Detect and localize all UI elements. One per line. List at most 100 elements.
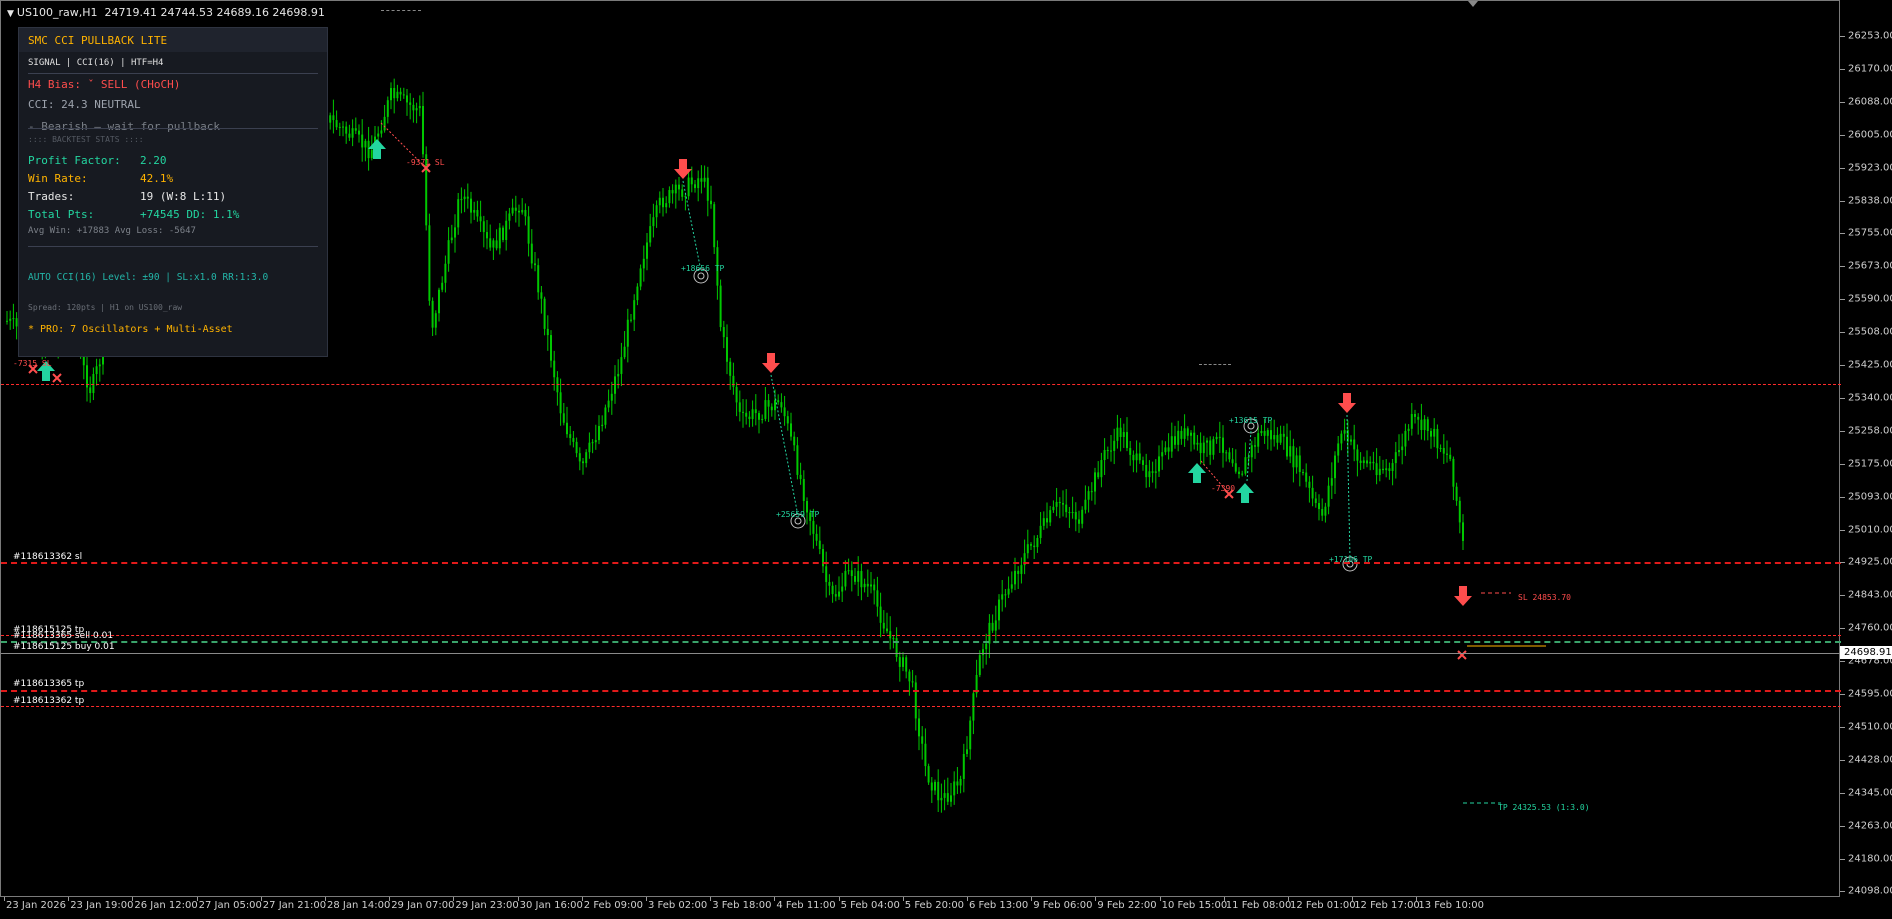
stop-loss-x-icon — [52, 373, 62, 383]
candle-body — [722, 327, 725, 338]
candle-body — [953, 781, 956, 796]
candle-body — [892, 638, 895, 640]
candle-body — [351, 128, 354, 138]
candle-body — [338, 126, 341, 128]
candle-body — [1062, 503, 1064, 505]
candle-body — [1090, 491, 1093, 493]
candle-body — [678, 184, 680, 190]
candle-body — [511, 207, 514, 214]
order-sl-line[interactable] — [1, 562, 1841, 564]
candle-body — [1436, 428, 1439, 449]
candle-body — [479, 216, 482, 222]
time-label: 12 Feb 01:00 — [1290, 900, 1356, 911]
time-label: 27 Jan 21:00 — [262, 900, 327, 911]
candle-body — [1110, 450, 1112, 452]
candle-body — [1231, 459, 1234, 464]
price-axis[interactable]: 26253.00 26170.00 26088.00 26005.00 25923.00… — [1840, 0, 1892, 919]
candle-body — [1327, 485, 1330, 507]
order-label[interactable]: #118613362 sl — [13, 552, 82, 562]
candle-body — [6, 320, 8, 322]
time-label: 5 Feb 20:00 — [904, 900, 965, 911]
price-tick — [1840, 233, 1845, 235]
time-axis[interactable]: 23 Jan 2026 23 Jan 19:00 26 Jan 12:00 27 Ja… — [0, 897, 1840, 919]
candle-body — [950, 795, 952, 802]
candle-body — [735, 386, 738, 403]
candle-body — [1295, 455, 1298, 468]
candle-body — [482, 221, 485, 233]
candle-body — [639, 268, 642, 287]
candle-body — [1199, 442, 1202, 454]
candle-body — [1334, 455, 1336, 479]
candle-body — [1244, 457, 1247, 474]
candle-body — [332, 115, 335, 121]
price-label: 24263.00 — [1848, 820, 1892, 832]
candle-body — [342, 126, 344, 128]
candle-body — [665, 203, 668, 208]
signal-label: +17106 TP — [1329, 555, 1373, 564]
candle-body — [706, 177, 709, 201]
candle-body — [470, 198, 472, 213]
price-tick — [1840, 759, 1845, 761]
order-label[interactable]: #118613365 tp — [13, 679, 84, 689]
collapse-triangle-icon[interactable]: ▼ — [7, 9, 14, 19]
order-sell-line[interactable] — [1, 641, 1841, 643]
candle-body — [367, 140, 370, 159]
resistance-level-line — [1, 384, 1841, 385]
candle-body — [1398, 450, 1400, 453]
candle-body — [582, 461, 584, 464]
candle-body — [1036, 537, 1039, 548]
order-label[interactable]: #118615125 buy 0.01 — [13, 642, 115, 652]
candle-body — [908, 671, 911, 682]
price-tick — [1840, 365, 1845, 366]
order-tp-line[interactable] — [1, 635, 1841, 636]
sell-arrow-icon — [762, 353, 780, 373]
time-label: 11 Feb 08:00 — [1225, 900, 1292, 911]
order-label[interactable]: #118613362 tp — [13, 696, 84, 706]
candle-body — [1407, 428, 1410, 431]
candle-body — [1353, 439, 1356, 450]
price-label: 25923.00 — [1848, 162, 1892, 174]
time-tick — [1159, 897, 1161, 901]
candle-body — [655, 205, 658, 218]
candle-body — [1343, 430, 1346, 434]
candle-body — [1055, 501, 1058, 507]
candle-body — [633, 300, 636, 320]
time-label: 3 Feb 18:00 — [712, 900, 772, 911]
candle-body — [879, 606, 882, 623]
candle-body — [991, 622, 994, 631]
candle-body — [674, 184, 677, 194]
candle-body — [1052, 506, 1055, 511]
candle-body — [396, 91, 399, 99]
candle-body — [623, 346, 626, 358]
price-tick — [1840, 825, 1845, 827]
candle-body — [370, 150, 373, 159]
time-label: 9 Feb 22:00 — [1097, 900, 1157, 911]
candle-body — [1321, 509, 1324, 516]
price-label: 24345.00 — [1848, 787, 1892, 799]
order-tp-line-2[interactable] — [1, 690, 1841, 692]
candle-body — [1078, 519, 1080, 524]
divider — [28, 73, 318, 74]
candle-body — [524, 209, 527, 217]
candle-body — [978, 655, 981, 675]
candle-body — [1151, 471, 1154, 473]
stat-avg: Avg Win: +17883 Avg Loss: -5647 — [28, 226, 196, 236]
candle-body — [502, 227, 504, 240]
candle-body — [345, 126, 348, 134]
candle-body — [1369, 461, 1372, 464]
price-label: 24843.00 — [1848, 589, 1892, 601]
price-tick — [1840, 726, 1845, 728]
shift-marker-icon[interactable] — [1468, 1, 1478, 7]
candle-body — [1289, 446, 1292, 457]
candle-body — [1170, 436, 1173, 452]
order-label[interactable]: #118613365 sell 0.01 — [13, 631, 113, 641]
candle-body — [825, 566, 828, 583]
candle-body — [927, 766, 930, 783]
candle-body — [1273, 435, 1276, 440]
chart-area[interactable]: ▼ US100_raw,H1 24719.41 24744.53 24689.16… — [0, 0, 1841, 897]
candle-body — [1292, 446, 1295, 468]
price-label: 25010.00 — [1848, 524, 1892, 535]
time-label: 4 Feb 11:00 — [776, 900, 836, 911]
order-tp-line-3[interactable] — [1, 706, 1841, 707]
candle-body — [1154, 471, 1157, 473]
